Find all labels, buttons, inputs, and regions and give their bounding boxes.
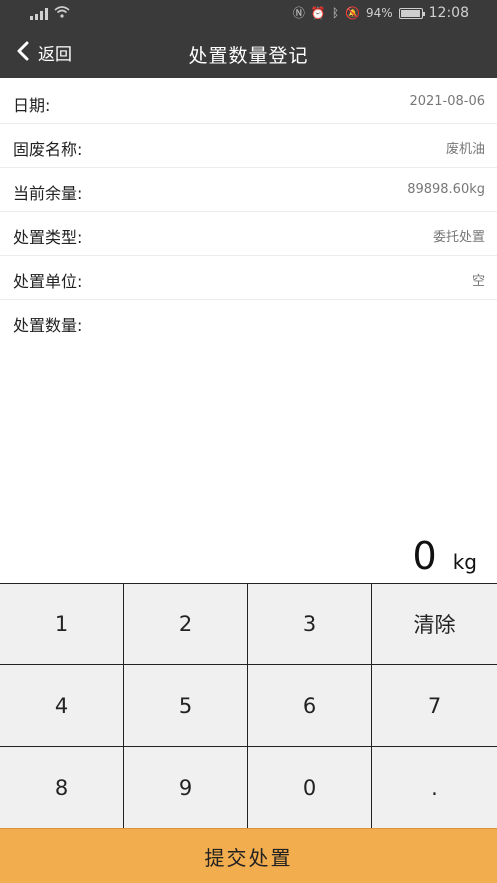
key-5[interactable]: 5 [124, 665, 248, 747]
row-value: 废机油 [445, 142, 485, 157]
key-decimal[interactable]: . [372, 747, 497, 829]
row-value: 89898.60kg [407, 182, 485, 197]
form-row-remaining: 当前余量: 89898.60kg [0, 168, 497, 212]
form-list: 日期: 2021-08-06 固废名称: 废机油 当前余量: 89898.60k… [0, 80, 497, 344]
row-label: 固废名称: [13, 140, 83, 159]
form-row-waste-name: 固废名称: 废机油 [0, 124, 497, 168]
submit-disposal-button[interactable]: 提交处置 [0, 828, 497, 883]
key-7[interactable]: 7 [372, 665, 497, 747]
clear-button[interactable]: 清除 [372, 584, 497, 665]
form-row-disposal-type: 处置类型: 委托处置 [0, 212, 497, 256]
row-label: 处置单位: [13, 272, 83, 291]
row-label: 当前余量: [13, 184, 83, 203]
row-label: 日期: [13, 96, 51, 115]
status-right: Ⓝ ⏰ ᛒ 🔕 94% 12:08 [293, 5, 469, 21]
page-title: 处置数量登记 [188, 45, 309, 67]
key-4[interactable]: 4 [0, 665, 124, 747]
key-6[interactable]: 6 [248, 665, 372, 747]
battery-icon [398, 7, 425, 19]
row-value: 空 [471, 274, 485, 289]
mute-icon: 🔕 [345, 6, 360, 20]
battery-fill [400, 9, 420, 17]
quantity-unit: kg [452, 550, 477, 574]
wifi-icon [54, 6, 70, 21]
bluetooth-icon: ᛒ [331, 6, 340, 20]
quantity-value: 0 [412, 534, 437, 578]
row-label: 处置类型: [13, 228, 83, 247]
quantity-display: 0 kg [413, 534, 477, 578]
nfc-icon: Ⓝ [292, 6, 305, 20]
numeric-keypad: 1 2 3 清除 4 5 6 7 8 9 0 . [0, 583, 497, 829]
cellular-signal-icon [30, 7, 48, 20]
form-row-disposal-unit: 处置单位: 空 [0, 256, 497, 300]
key-2[interactable]: 2 [124, 584, 248, 665]
status-left [30, 6, 70, 21]
battery-percent: 94% [365, 6, 393, 20]
app-header: Ⓝ ⏰ ᛒ 🔕 94% 12:08 返回 处置数量登记 [0, 0, 497, 78]
row-value: 2021-08-06 [409, 94, 485, 109]
key-3[interactable]: 3 [248, 584, 372, 665]
row-value: 委托处置 [432, 230, 485, 245]
key-1[interactable]: 1 [0, 584, 124, 665]
form-row-date: 日期: 2021-08-06 [0, 80, 497, 124]
nav-bar: 返回 处置数量登记 [0, 28, 497, 78]
status-bar: Ⓝ ⏰ ᛒ 🔕 94% 12:08 [0, 0, 497, 28]
key-9[interactable]: 9 [124, 747, 248, 829]
alarm-icon: ⏰ [310, 6, 326, 20]
form-row-disposal-quantity: 处置数量: [0, 300, 497, 344]
row-label: 处置数量: [13, 316, 83, 335]
status-time: 12:08 [428, 5, 469, 21]
key-8[interactable]: 8 [0, 747, 124, 829]
key-0[interactable]: 0 [248, 747, 372, 829]
